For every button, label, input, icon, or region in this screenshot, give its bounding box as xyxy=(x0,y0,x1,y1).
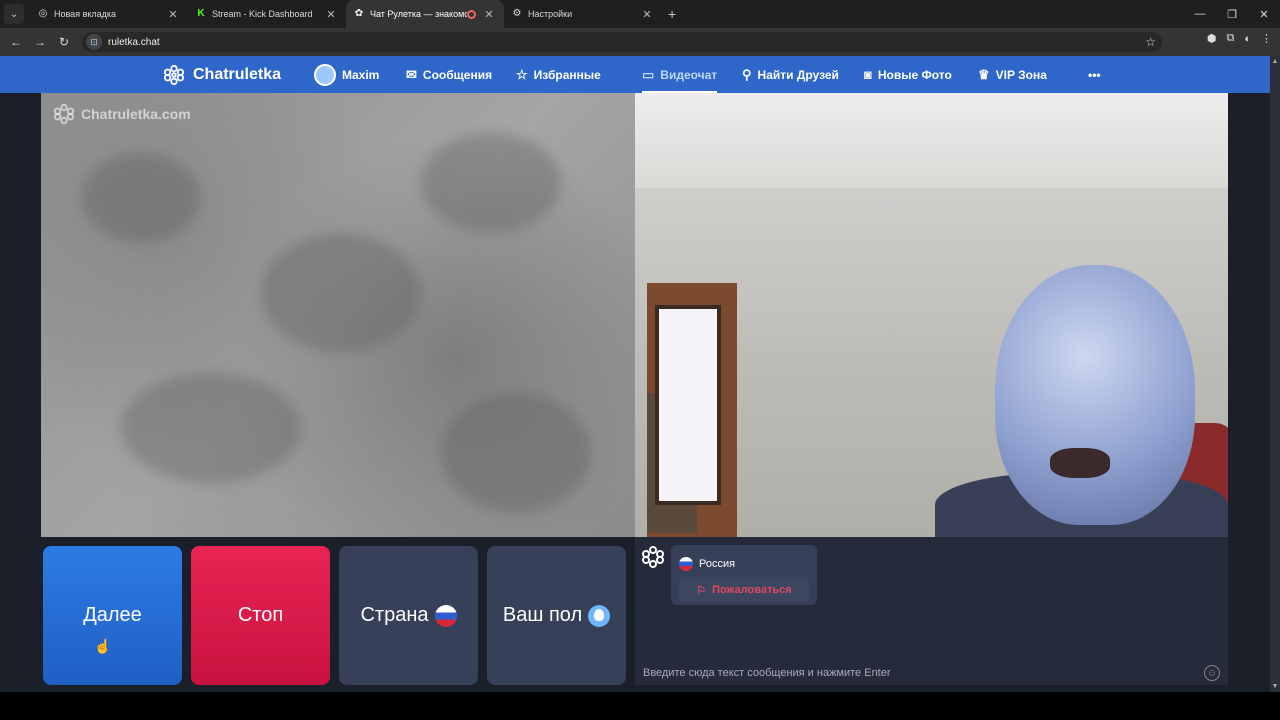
watermark: Chatruletka.com xyxy=(53,103,191,125)
close-icon[interactable]: ✕ xyxy=(640,8,654,21)
country-button[interactable]: Страна xyxy=(339,546,478,685)
chat-panel: Россия ⚐ Пожаловаться Введите сюда текст… xyxy=(635,537,1228,685)
chatruletka-logo-icon xyxy=(53,103,75,125)
tab-title: Настройки xyxy=(528,9,573,19)
search-icon: ⚲ xyxy=(742,66,752,82)
window-controls: — ❐ ✕ xyxy=(1184,0,1280,28)
new-tab-icon: ◎ xyxy=(38,8,48,19)
nav-find-friends[interactable]: ⚲ Найти Друзей xyxy=(742,56,839,93)
russia-flag-icon xyxy=(679,557,693,571)
watermark-text: Chatruletka.com xyxy=(81,106,191,122)
report-button[interactable]: ⚐ Пожаловаться xyxy=(679,579,809,601)
url-field[interactable]: ⊡ ruletka.chat ☆ xyxy=(82,32,1162,52)
tab-settings[interactable]: ⚙ Настройки ✕ xyxy=(504,0,662,28)
nav-find-friends-label: Найти Друзей xyxy=(757,67,839,82)
close-icon[interactable]: ✕ xyxy=(324,8,338,21)
reload-icon[interactable]: ↻ xyxy=(52,35,76,49)
brand[interactable]: Chatruletka xyxy=(163,56,281,93)
country-label: Страна xyxy=(360,604,429,626)
bookmark-star-icon[interactable]: ☆ xyxy=(1145,35,1156,49)
nav-new-photos[interactable]: ◙ Новые Фото xyxy=(864,56,952,93)
nav-favorites[interactable]: ☆ Избранные xyxy=(516,56,601,93)
chatruletka-logo-icon xyxy=(163,64,185,85)
extension-icon[interactable]: ⬢ xyxy=(1207,32,1217,45)
tab-title: Stream - Kick Dashboard xyxy=(212,9,313,19)
tab-new[interactable]: ◎ Новая вкладка ✕ xyxy=(30,0,188,28)
recording-icon xyxy=(467,9,476,19)
nav-messages-label: Сообщения xyxy=(422,67,493,82)
partner-country-label: Россия xyxy=(699,558,736,570)
video-camera-icon: ▭ xyxy=(642,66,655,82)
report-label: Пожаловаться xyxy=(712,584,792,596)
envelope-icon: ✉ xyxy=(406,66,417,82)
nav-videochat[interactable]: ▭ Видеочат xyxy=(642,56,718,93)
nav-user-label: Maxim xyxy=(342,67,380,82)
tab-search-button[interactable]: ⌄ xyxy=(4,4,24,24)
more-dots-icon: ••• xyxy=(1088,67,1101,82)
gender-button[interactable]: Ваш пол xyxy=(487,546,626,685)
chat-message-input[interactable]: Введите сюда текст сообщения и нажмите E… xyxy=(635,661,1228,685)
nav-vip-label: VIP Зона xyxy=(995,67,1047,82)
close-icon[interactable]: ✕ xyxy=(482,8,496,21)
extensions-puzzle-icon[interactable]: ⧉ xyxy=(1226,32,1234,45)
forward-icon[interactable]: → xyxy=(28,35,52,49)
settings-icon: ⚙ xyxy=(512,8,522,19)
brand-name: Chatruletka xyxy=(193,65,282,83)
bottom-bar xyxy=(0,692,1280,720)
partner-face xyxy=(995,265,1195,525)
gender-icon xyxy=(588,604,611,627)
nav-more-button[interactable]: ••• xyxy=(1088,56,1101,93)
url-text: ruletka.chat xyxy=(108,36,160,48)
tab-chatruletka[interactable]: ✿ Чат Рулетка — знакомства ✕ xyxy=(346,0,504,28)
profile-icon[interactable]: ◐ xyxy=(1244,33,1251,45)
kick-icon: K xyxy=(197,8,205,19)
stop-label: Стоп xyxy=(237,604,284,626)
page-scrollbar[interactable]: ▲ ▼ xyxy=(1270,56,1280,692)
nav-favorites-label: Избранные xyxy=(533,67,601,82)
menu-kebab-icon[interactable]: ⋮ xyxy=(1261,32,1272,45)
crown-icon: ♛ xyxy=(978,66,990,82)
partner-info-bubble: Россия ⚐ Пожаловаться xyxy=(671,545,817,605)
nav-user[interactable]: Maxim xyxy=(314,56,379,93)
partner-video xyxy=(635,93,1228,537)
extensions-area: ⬢ ⧉ ◐ ⋮ xyxy=(1207,32,1272,45)
chat-input-placeholder: Введите сюда текст сообщения и нажмите E… xyxy=(643,667,891,679)
russia-flag-icon xyxy=(434,604,457,627)
avatar xyxy=(314,63,336,86)
nav-vip[interactable]: ♛ VIP Зона xyxy=(978,56,1047,93)
close-icon[interactable]: ✕ xyxy=(166,8,180,21)
background-door xyxy=(647,283,737,537)
nav-messages[interactable]: ✉ Сообщения xyxy=(406,56,492,93)
scroll-up-icon[interactable]: ▲ xyxy=(1270,58,1280,65)
stop-button[interactable]: Стоп xyxy=(191,546,330,685)
close-window-icon[interactable]: ✕ xyxy=(1248,8,1280,21)
flag-icon: ⚐ xyxy=(696,584,707,597)
browser-tab-bar: ⌄ ◎ Новая вкладка ✕ K Stream - Kick Dash… xyxy=(0,0,1280,28)
back-icon[interactable]: ← xyxy=(4,35,28,49)
nav-new-photos-label: Новые Фото xyxy=(877,67,952,82)
new-tab-button[interactable]: + xyxy=(668,6,676,22)
tab-title: Чат Рулетка — знакомства xyxy=(370,9,467,19)
star-icon: ☆ xyxy=(516,66,528,82)
nav-videochat-label: Видеочат xyxy=(660,67,718,82)
chatruletka-logo-icon xyxy=(642,546,664,568)
emoji-icon[interactable]: ☺ xyxy=(1204,665,1220,681)
site-header: Chatruletka Maxim ✉ Сообщения ☆ Избранны… xyxy=(0,56,1270,93)
chatruletka-icon: ✿ xyxy=(354,8,364,19)
next-label: Далее xyxy=(83,604,142,626)
own-video: Chatruletka.com xyxy=(41,93,635,537)
camera-icon: ◙ xyxy=(864,67,872,82)
next-button[interactable]: Далее xyxy=(43,546,182,685)
scroll-down-icon[interactable]: ▼ xyxy=(1270,683,1280,690)
site-info-icon[interactable]: ⊡ xyxy=(86,34,102,50)
hand-cursor-icon: ☝ xyxy=(94,638,112,654)
tab-kick[interactable]: K Stream - Kick Dashboard ✕ xyxy=(188,0,346,28)
address-bar-row: ← → ↻ ⊡ ruletka.chat ☆ ⬢ ⧉ ◐ ⋮ xyxy=(0,28,1280,56)
tab-title: Новая вкладка xyxy=(54,9,117,19)
restore-icon[interactable]: ❐ xyxy=(1216,8,1248,21)
partner-country: Россия xyxy=(679,557,735,571)
gender-label: Ваш пол xyxy=(502,604,583,626)
minimize-icon[interactable]: — xyxy=(1184,8,1216,20)
